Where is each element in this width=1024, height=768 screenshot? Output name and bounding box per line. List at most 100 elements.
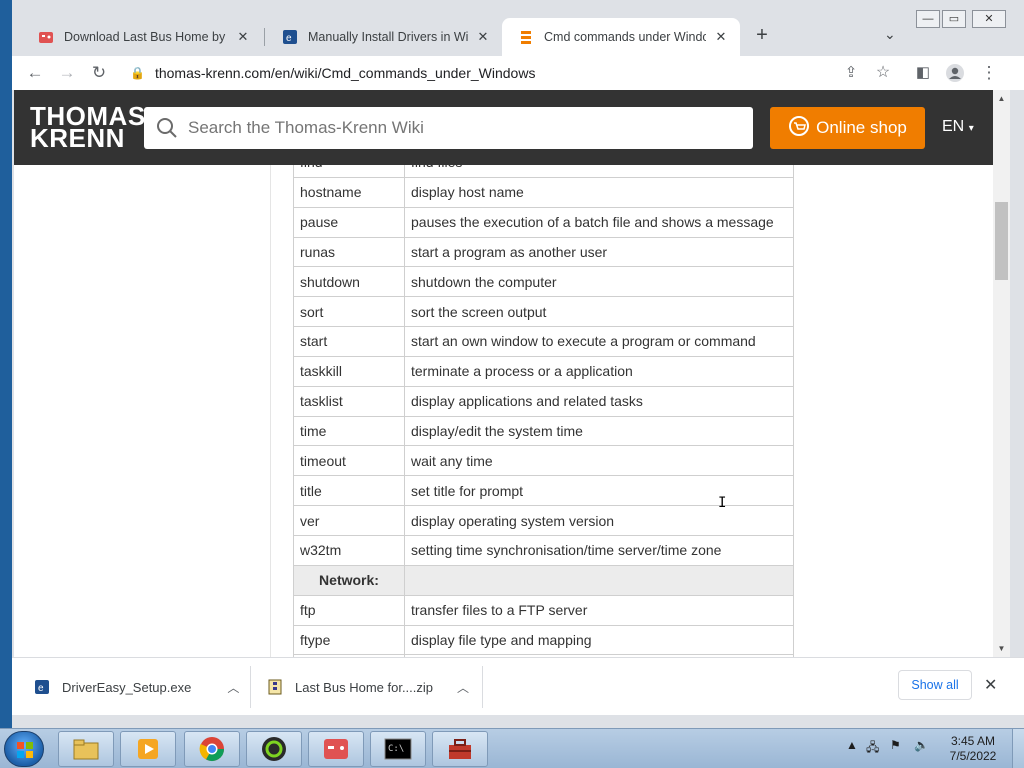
- toolbox-icon: [449, 739, 471, 759]
- online-shop-button[interactable]: Online shop: [770, 107, 925, 149]
- table-row: ftp transfer files to a FTP server: [293, 594, 794, 626]
- sidebar-divider: [270, 165, 271, 657]
- command-cell: runas: [293, 236, 405, 268]
- description-cell: display applications and related tasks: [404, 385, 794, 417]
- tab-cmd-commands[interactable]: Cmd commands under Windows ✕: [502, 18, 740, 56]
- description-cell: wait any time: [404, 445, 794, 477]
- table-section-row: Network:: [293, 564, 794, 596]
- svg-text:e: e: [286, 33, 292, 44]
- description-cell: [404, 564, 794, 596]
- table-row: ftype display file type and mapping: [293, 624, 794, 656]
- description-cell: display operating system version: [404, 505, 794, 536]
- command-cell: hostname: [293, 176, 405, 208]
- volume-icon[interactable]: 🔈: [914, 738, 929, 752]
- show-hidden-icons-icon[interactable]: ▲: [846, 738, 858, 752]
- bookmark-star-icon[interactable]: ☆: [872, 62, 894, 84]
- address-bar[interactable]: 🔒 thomas-krenn.com/en/wiki/Cmd_commands_…: [120, 59, 910, 87]
- close-icon[interactable]: ✕: [712, 29, 730, 45]
- system-clock[interactable]: 3:45 AM 7/5/2022: [942, 734, 1004, 764]
- table-row: pause pauses the execution of a batch fil…: [293, 206, 794, 238]
- vertical-scrollbar[interactable]: ▲ ▼: [993, 90, 1010, 657]
- description-cell: setting time synchronisation/time server…: [404, 534, 794, 566]
- taskbar-game[interactable]: [308, 731, 364, 767]
- command-cell: ver: [293, 505, 405, 536]
- language-selector[interactable]: EN ▾: [942, 118, 974, 136]
- description-cell: terminate a process or a application: [404, 355, 794, 387]
- drivereasy-icon: e: [34, 679, 50, 695]
- taskbar-command-prompt[interactable]: C:\: [370, 731, 426, 767]
- folder-icon: [73, 739, 99, 760]
- side-panel-icon[interactable]: ◧: [912, 62, 934, 84]
- media-player-icon: [138, 739, 158, 759]
- terminal-icon: C:\: [384, 738, 412, 760]
- clock-date: 7/5/2022: [949, 749, 997, 763]
- description-cell: start an own window to execute a program…: [404, 326, 794, 357]
- reload-icon[interactable]: ↻: [88, 62, 110, 84]
- command-cell: sort: [293, 296, 405, 328]
- forward-arrow-icon[interactable]: →: [56, 62, 78, 84]
- command-cell: Network:: [293, 564, 405, 596]
- chevron-up-icon[interactable]: ︿: [457, 679, 469, 696]
- command-cell: timeout: [293, 445, 405, 477]
- scrollbar-thumb[interactable]: [995, 202, 1008, 280]
- description-cell: start a program as another user: [404, 236, 794, 268]
- tab-manually-install-drivers[interactable]: e Manually Install Drivers in Windo ✕: [266, 18, 502, 56]
- command-cell: time: [293, 415, 405, 447]
- chevron-up-icon[interactable]: ︿: [227, 679, 239, 696]
- lock-icon[interactable]: 🔒: [130, 66, 145, 80]
- network-icon[interactable]: 🖧: [866, 738, 879, 759]
- commands-table: findfind fileshostnamedisplay host namep…: [293, 165, 794, 657]
- table-row: start start an own window to execute a pr…: [293, 326, 794, 357]
- table-row: time display/edit the system time: [293, 415, 794, 447]
- green-ring-app-icon: [262, 737, 286, 761]
- back-arrow-icon[interactable]: ←: [24, 62, 46, 84]
- download-separator: [250, 666, 251, 708]
- show-all-button[interactable]: Show all: [898, 670, 972, 700]
- taskbar-app-green[interactable]: [246, 731, 302, 767]
- desktop-background: [0, 0, 12, 728]
- description-cell: display/edit the system time: [404, 415, 794, 447]
- share-icon[interactable]: ⇪: [840, 62, 862, 84]
- scroll-down-arrow-icon[interactable]: ▼: [993, 644, 1010, 653]
- show-desktop-button[interactable]: [1012, 729, 1024, 768]
- browser-window: Download Last Bus Home by maj ✕ e Manual…: [12, 0, 1024, 728]
- description-cell: display host name: [404, 176, 794, 208]
- start-button[interactable]: [4, 731, 44, 767]
- wiki-search-box[interactable]: [144, 107, 753, 149]
- menu-dots-icon[interactable]: ⋮: [978, 62, 1000, 84]
- new-tab-button[interactable]: +: [750, 24, 774, 47]
- table-row: findfind files: [293, 165, 794, 178]
- close-window-button[interactable]: ✕: [972, 10, 1006, 28]
- taskbar-file-explorer[interactable]: [58, 731, 114, 767]
- tab-title: Download Last Bus Home by maj: [64, 30, 228, 44]
- game-icon: [324, 739, 348, 759]
- table-row: w32tm setting time synchronisation/time s…: [293, 534, 794, 566]
- command-cell: ftype: [293, 624, 405, 656]
- scroll-up-arrow-icon[interactable]: ▲: [993, 94, 1010, 103]
- command-cell: title: [293, 475, 405, 507]
- svg-text:C:\: C:\: [388, 744, 404, 754]
- minimize-button[interactable]: —: [916, 10, 940, 28]
- tab-title: Cmd commands under Windows: [544, 30, 706, 44]
- description-cell: transfer files to a FTP server: [404, 594, 794, 626]
- search-input[interactable]: [188, 118, 728, 138]
- shopping-cart-icon: [788, 115, 810, 142]
- taskbar-toolbox[interactable]: [432, 731, 488, 767]
- download-filename: Last Bus Home for....zip: [295, 679, 434, 695]
- download-filename: DriverEasy_Setup.exe: [62, 679, 192, 695]
- maximize-button[interactable]: ▭: [942, 10, 966, 28]
- description-cell: shutdown the computer: [404, 266, 794, 298]
- close-icon[interactable]: ✕: [234, 29, 252, 45]
- thomas-krenn-logo[interactable]: THOMAS KRENN: [30, 103, 146, 151]
- drivereasy-icon: e: [282, 29, 298, 45]
- close-icon[interactable]: ✕: [474, 29, 492, 45]
- taskbar-chrome[interactable]: [184, 731, 240, 767]
- download-item-last-bus-home[interactable]: Last Bus Home for....zip ︿: [267, 658, 469, 716]
- close-icon[interactable]: ✕: [984, 675, 997, 695]
- taskbar-media-player[interactable]: [120, 731, 176, 767]
- download-item-drivereasy[interactable]: e DriverEasy_Setup.exe ︿: [34, 658, 239, 716]
- profile-avatar-icon[interactable]: [944, 62, 966, 84]
- tab-search-chevron-icon[interactable]: ⌄: [884, 26, 896, 43]
- tab-download-last-bus-home[interactable]: Download Last Bus Home by maj ✕: [22, 18, 262, 56]
- action-center-flag-icon[interactable]: ⚑: [890, 738, 901, 752]
